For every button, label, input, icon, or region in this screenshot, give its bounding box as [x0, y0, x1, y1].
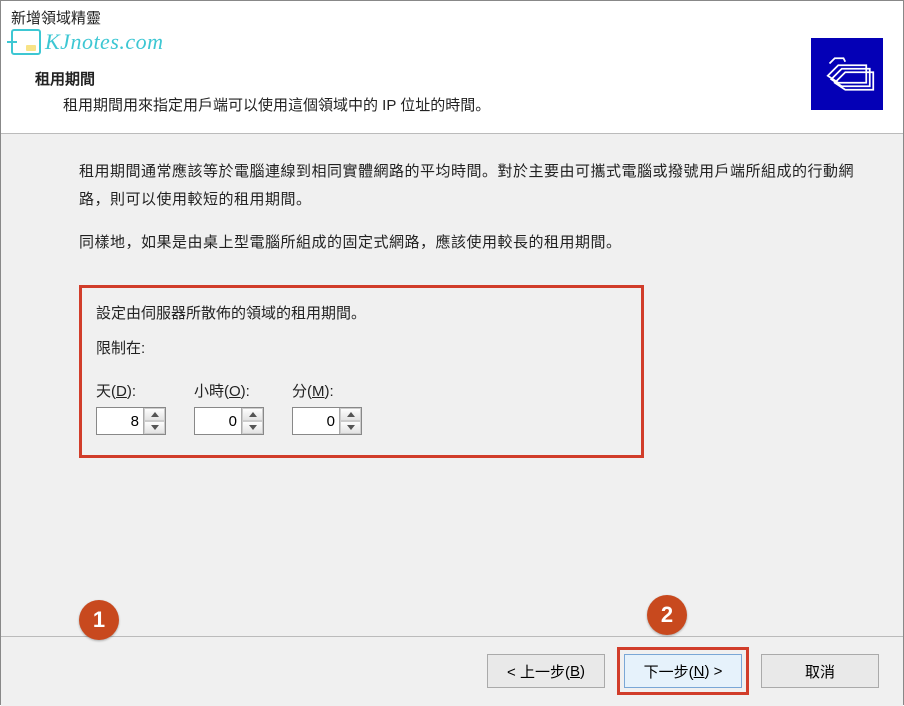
description-1: 租用期間通常應該等於電腦連線到相同實體網路的平均時間。對於主要由可攜式電腦或撥號…	[79, 158, 863, 215]
days-label: 天(D):	[96, 380, 166, 401]
wizard-header: 租用期間 租用期間用來指定用戶端可以使用這個領域中的 IP 位址的時間。	[1, 28, 903, 134]
hours-label: 小時(O):	[194, 380, 264, 401]
window-title: 新增領域精靈	[1, 1, 903, 28]
annotation-callout-2: 2	[647, 595, 687, 635]
limit-label: 限制在:	[96, 337, 627, 358]
minutes-spinner[interactable]	[292, 407, 362, 435]
hours-up-button[interactable]	[242, 408, 263, 421]
header-subtitle: 租用期間用來指定用戶端可以使用這個領域中的 IP 位址的時間。	[63, 93, 811, 119]
wizard-body: 租用期間通常應該等於電腦連線到相同實體網路的平均時間。對於主要由可攜式電腦或撥號…	[1, 134, 903, 636]
days-up-button[interactable]	[144, 408, 165, 421]
minutes-group: 分(M):	[292, 380, 362, 435]
minutes-down-button[interactable]	[340, 421, 361, 434]
description-2: 同樣地，如果是由桌上型電腦所組成的固定式網路，應該使用較長的租用期間。	[79, 229, 863, 258]
next-button[interactable]: 下一步(N) >	[624, 654, 742, 688]
days-spinner[interactable]	[96, 407, 166, 435]
minutes-label: 分(M):	[292, 380, 362, 401]
lease-duration-highlight: 設定由伺服器所散佈的領域的租用期間。 限制在: 天(D): 小時(O):	[79, 285, 644, 458]
annotation-callout-1: 1	[79, 600, 119, 640]
days-group: 天(D):	[96, 380, 166, 435]
hours-input[interactable]	[195, 408, 241, 434]
next-button-highlight: 下一步(N) >	[617, 647, 749, 695]
setting-label: 設定由伺服器所散佈的領域的租用期間。	[96, 302, 627, 323]
back-button[interactable]: < 上一步(B)	[487, 654, 605, 688]
days-input[interactable]	[97, 408, 143, 434]
days-down-button[interactable]	[144, 421, 165, 434]
cancel-button[interactable]: 取消	[761, 654, 879, 688]
header-title: 租用期間	[35, 68, 811, 89]
hours-group: 小時(O):	[194, 380, 264, 435]
hours-spinner[interactable]	[194, 407, 264, 435]
minutes-up-button[interactable]	[340, 408, 361, 421]
folder-stack-icon	[811, 38, 883, 110]
wizard-footer: < 上一步(B) 下一步(N) > 取消	[1, 636, 903, 706]
hours-down-button[interactable]	[242, 421, 263, 434]
minutes-input[interactable]	[293, 408, 339, 434]
